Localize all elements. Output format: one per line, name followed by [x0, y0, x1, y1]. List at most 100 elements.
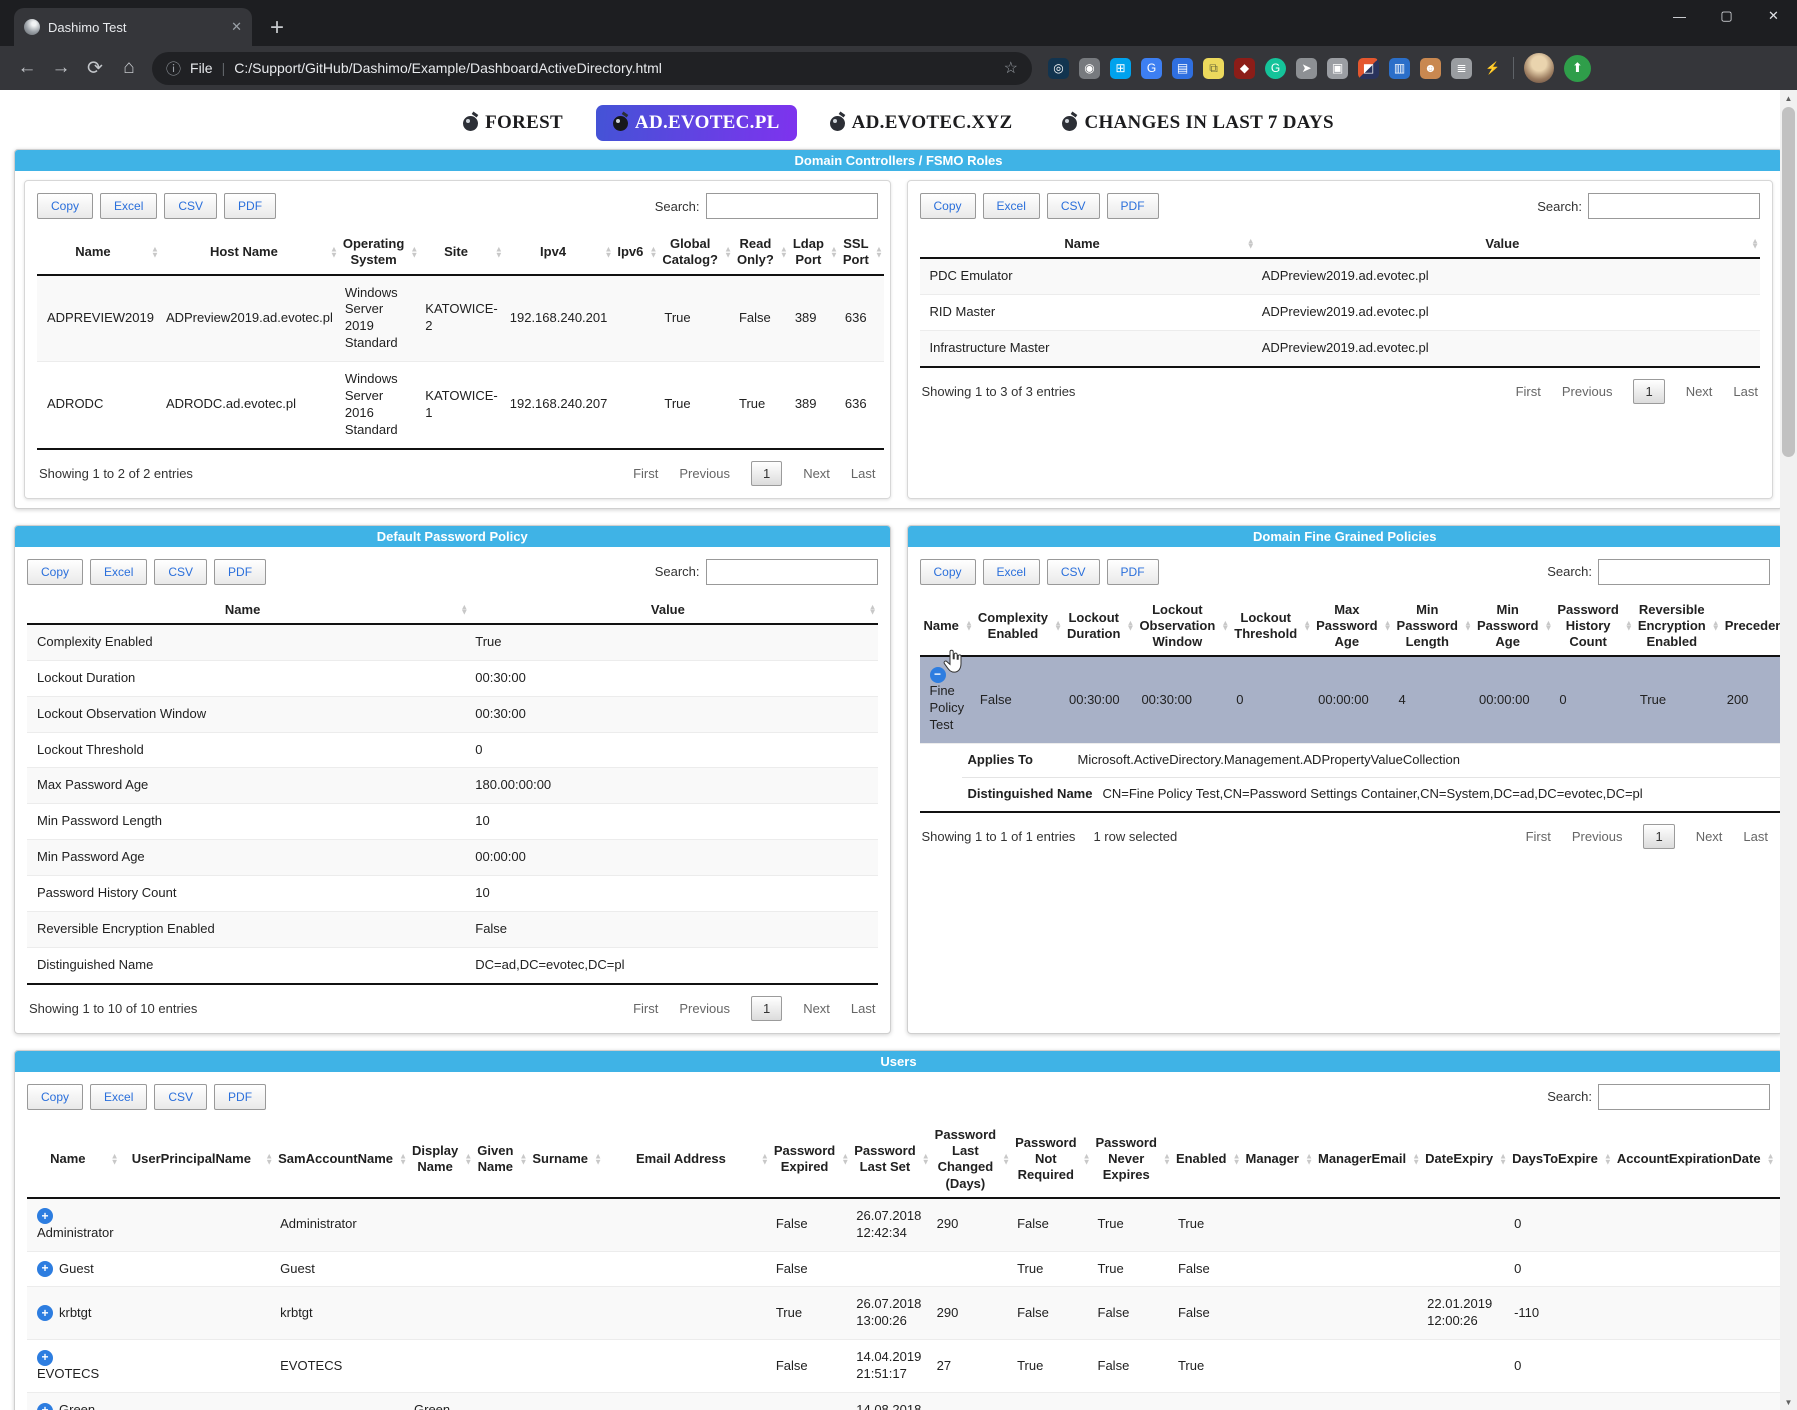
column-header[interactable]: Manager — [1242, 1122, 1314, 1198]
extension-copy-icon[interactable]: ⧉ — [1203, 58, 1224, 79]
sort-icon[interactable] — [1233, 1154, 1241, 1165]
forward-icon[interactable]: → — [44, 51, 78, 85]
pagination-next[interactable]: Next — [803, 466, 830, 481]
column-header[interactable]: Ipv6 — [613, 231, 658, 275]
sort-icon[interactable] — [869, 604, 877, 615]
pagination-last[interactable]: Last — [851, 1001, 876, 1016]
column-header[interactable]: Host Name — [160, 231, 339, 275]
extension-grammarly-icon[interactable]: G — [1265, 58, 1286, 79]
sort-icon[interactable] — [330, 247, 338, 258]
expand-row-button[interactable] — [37, 1403, 53, 1410]
extension-clipboard-icon[interactable]: ▣ — [1327, 58, 1348, 79]
back-icon[interactable]: ← — [10, 51, 44, 85]
column-header[interactable]: Site — [419, 231, 503, 275]
sort-icon[interactable] — [1305, 1154, 1313, 1165]
excel-button[interactable]: Excel — [100, 193, 157, 219]
profile-avatar[interactable] — [1524, 53, 1554, 83]
sort-icon[interactable] — [724, 247, 732, 258]
sort-icon[interactable] — [111, 1154, 119, 1165]
pagination-last[interactable]: Last — [1733, 384, 1758, 399]
column-header[interactable]: Operating System — [339, 231, 419, 275]
extension-shield-icon[interactable]: ▥ — [1389, 58, 1410, 79]
column-header[interactable]: Display Name — [408, 1122, 473, 1198]
pagination-first[interactable]: First — [633, 466, 658, 481]
pagination-next[interactable]: Next — [1696, 829, 1723, 844]
address-bar[interactable]: ⓘ File | C:/Support/GitHub/Dashimo/Examp… — [152, 52, 1032, 85]
sort-icon[interactable] — [922, 1154, 930, 1165]
tab-forest[interactable]: FOREST — [446, 105, 580, 141]
column-header[interactable]: Reversible Encryption Enabled — [1634, 597, 1721, 657]
column-header[interactable]: Email Address — [603, 1122, 770, 1198]
minimize-button[interactable]: — — [1656, 0, 1703, 32]
column-header[interactable]: Password Last Set — [850, 1122, 930, 1198]
pagination-first[interactable]: First — [1516, 384, 1541, 399]
sort-icon[interactable] — [1247, 239, 1255, 250]
column-header[interactable]: Given Name — [473, 1122, 528, 1198]
pagination-next[interactable]: Next — [803, 1001, 830, 1016]
pagination-previous[interactable]: Previous — [679, 1001, 730, 1016]
sort-icon[interactable] — [761, 1154, 769, 1165]
pdf-button[interactable]: PDF — [214, 1084, 266, 1110]
csv-button[interactable]: CSV — [1047, 193, 1100, 219]
sort-icon[interactable] — [1083, 1154, 1091, 1165]
column-header[interactable]: DateExpiry — [1421, 1122, 1508, 1198]
excel-button[interactable]: Excel — [983, 193, 1040, 219]
pagination-page-1[interactable]: 1 — [1633, 379, 1664, 404]
tab-changes-last-7-days[interactable]: CHANGES IN LAST 7 DAYS — [1045, 105, 1350, 141]
search-input[interactable] — [1598, 1084, 1770, 1110]
sort-icon[interactable] — [1412, 1154, 1420, 1165]
extension-persona-icon[interactable]: ☻ — [1420, 58, 1441, 79]
sort-icon[interactable] — [410, 247, 418, 258]
column-header[interactable]: AccountExpirationDate — [1613, 1122, 1776, 1198]
browser-update-button[interactable]: ⬆ — [1564, 55, 1591, 82]
extension-1password-icon[interactable]: ◎ — [1048, 58, 1069, 79]
page-scrollbar[interactable]: ▲ ▼ — [1780, 90, 1797, 1410]
column-header[interactable]: Password Never Expires — [1092, 1122, 1172, 1198]
expand-row-button[interactable] — [37, 1350, 53, 1366]
column-header[interactable]: ManagerEmail — [1314, 1122, 1421, 1198]
sort-icon[interactable] — [649, 247, 657, 258]
new-tab-button[interactable]: + — [270, 16, 284, 40]
sort-icon[interactable] — [265, 1154, 273, 1165]
column-header[interactable]: Value — [469, 597, 877, 624]
pagination-page-1[interactable]: 1 — [751, 996, 782, 1021]
column-header[interactable]: Name — [27, 1122, 120, 1198]
sort-icon[interactable] — [1712, 621, 1720, 632]
maximize-button[interactable]: ▢ — [1703, 0, 1750, 32]
extension-tasks-icon[interactable]: ≣ — [1451, 58, 1472, 79]
column-header[interactable]: Value — [1256, 231, 1760, 258]
pagination-last[interactable]: Last — [1743, 829, 1768, 844]
sort-icon[interactable] — [1544, 621, 1552, 632]
column-header[interactable]: Read Only? — [733, 231, 789, 275]
scrollbar-up-icon[interactable]: ▲ — [1780, 90, 1797, 106]
pagination-first[interactable]: First — [1526, 829, 1551, 844]
expand-row-button[interactable] — [37, 1261, 53, 1277]
sort-icon[interactable] — [460, 604, 468, 615]
extension-pin-icon[interactable]: ➤ — [1296, 58, 1317, 79]
column-header[interactable]: UserPrincipalName — [120, 1122, 275, 1198]
pagination-last[interactable]: Last — [851, 466, 876, 481]
sort-icon[interactable] — [464, 1154, 472, 1165]
column-header[interactable]: Name — [920, 231, 1256, 258]
sort-icon[interactable] — [604, 247, 612, 258]
copy-button[interactable]: Copy — [920, 559, 976, 585]
browser-tab[interactable]: Dashimo Test ✕ — [14, 8, 252, 46]
sort-icon[interactable] — [495, 247, 503, 258]
column-header[interactable]: Max Password Age — [1312, 597, 1392, 657]
sort-icon[interactable] — [1054, 621, 1062, 632]
column-header[interactable]: Complexity Enabled — [974, 597, 1063, 657]
column-header[interactable]: Ldap Port — [789, 231, 839, 275]
pagination-previous[interactable]: Previous — [679, 466, 730, 481]
csv-button[interactable]: CSV — [1047, 559, 1100, 585]
sort-icon[interactable] — [151, 247, 159, 258]
close-tab-icon[interactable]: ✕ — [231, 19, 242, 35]
column-header[interactable]: SamAccountName — [274, 1122, 408, 1198]
csv-button[interactable]: CSV — [154, 1084, 207, 1110]
search-input[interactable] — [706, 193, 878, 219]
sort-icon[interactable] — [780, 247, 788, 258]
pdf-button[interactable]: PDF — [1107, 193, 1159, 219]
column-header[interactable]: Surname — [528, 1122, 603, 1198]
column-header[interactable]: SSL Port — [839, 231, 884, 275]
column-header[interactable]: Lockout Threshold — [1230, 597, 1312, 657]
extension-notes-icon[interactable]: ▤ — [1172, 58, 1193, 79]
